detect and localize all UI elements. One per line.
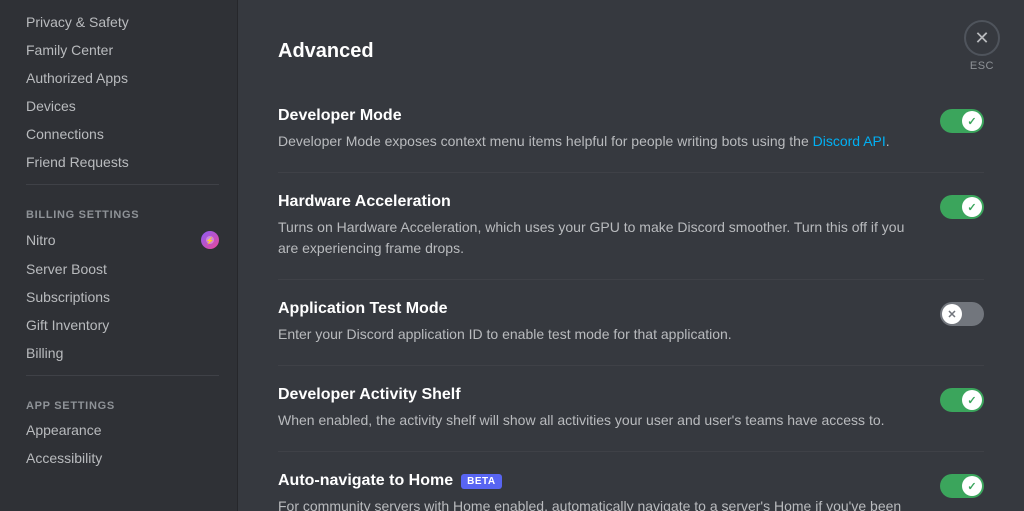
toggle-knob: ✓: [962, 390, 982, 410]
sidebar-divider-2: [26, 375, 219, 376]
sidebar-item-server-boost[interactable]: Server Boost: [16, 255, 229, 283]
sidebar-item-label: Authorized Apps: [26, 70, 128, 86]
sidebar-item-label: Connections: [26, 126, 104, 142]
setting-info-developer-mode: Developer Mode Developer Mode exposes co…: [278, 107, 940, 152]
setting-label-application-test-mode: Application Test Mode: [278, 300, 916, 318]
setting-row-hardware-acceleration: Hardware Acceleration Turns on Hardware …: [278, 173, 984, 280]
main-content: ✕ ESC Advanced Developer Mode Developer …: [238, 0, 1024, 511]
sidebar-item-label: Nitro: [26, 232, 56, 248]
sidebar-item-label: Server Boost: [26, 261, 107, 277]
setting-row-application-test-mode: Application Test Mode Enter your Discord…: [278, 280, 984, 366]
toggle-hardware-acceleration[interactable]: ✓: [940, 195, 984, 219]
discord-api-link[interactable]: Discord API: [813, 133, 886, 149]
sidebar-item-nitro[interactable]: Nitro ⚡: [16, 225, 229, 255]
toggle-developer-activity-shelf[interactable]: ✓: [940, 388, 984, 412]
sidebar-item-connections[interactable]: Connections: [16, 120, 229, 148]
nitro-badge: ⚡: [201, 231, 219, 249]
sidebar-item-label: Devices: [26, 98, 76, 114]
sidebar-item-authorized-apps[interactable]: Authorized Apps: [16, 64, 229, 92]
toggle-switch-auto-navigate-home[interactable]: ✓: [940, 474, 984, 498]
sidebar-item-subscriptions[interactable]: Subscriptions: [16, 283, 229, 311]
sidebar-item-label: Billing: [26, 345, 63, 361]
close-label: ESC: [970, 60, 994, 72]
sidebar-item-accessibility[interactable]: Accessibility: [16, 444, 229, 472]
toggle-knob: ✓: [962, 476, 982, 496]
sidebar: Privacy & Safety Family Center Authorize…: [0, 0, 238, 511]
sidebar-item-appearance[interactable]: Appearance: [16, 416, 229, 444]
sidebar-divider-1: [26, 184, 219, 185]
setting-info-developer-activity-shelf: Developer Activity Shelf When enabled, t…: [278, 386, 940, 431]
sidebar-item-privacy-safety[interactable]: Privacy & Safety: [16, 8, 229, 36]
sidebar-item-label: Friend Requests: [26, 154, 129, 170]
sidebar-item-friend-requests[interactable]: Friend Requests: [16, 148, 229, 176]
svg-text:⚡: ⚡: [206, 236, 215, 245]
toggle-auto-navigate-home[interactable]: ✓: [940, 474, 984, 498]
setting-label-hardware-acceleration: Hardware Acceleration: [278, 193, 916, 211]
toggle-switch-hardware-acceleration[interactable]: ✓: [940, 195, 984, 219]
sidebar-item-label: Family Center: [26, 42, 113, 58]
beta-badge: BETA: [461, 474, 501, 489]
sidebar-item-label: Gift Inventory: [26, 317, 109, 333]
setting-description-application-test-mode: Enter your Discord application ID to ena…: [278, 324, 916, 345]
setting-description-auto-navigate-home: For community servers with Home enabled,…: [278, 496, 916, 511]
setting-description-hardware-acceleration: Turns on Hardware Acceleration, which us…: [278, 217, 916, 259]
close-button[interactable]: ✕: [964, 20, 1000, 56]
toggle-switch-developer-activity-shelf[interactable]: ✓: [940, 388, 984, 412]
toggle-developer-mode[interactable]: ✓: [940, 109, 984, 133]
setting-info-hardware-acceleration: Hardware Acceleration Turns on Hardware …: [278, 193, 940, 259]
setting-description-developer-activity-shelf: When enabled, the activity shelf will sh…: [278, 410, 916, 431]
app-settings-header: APP SETTINGS: [16, 384, 229, 416]
sidebar-item-label: Privacy & Safety: [26, 14, 129, 30]
toggle-application-test-mode[interactable]: ✕: [940, 302, 984, 326]
page-title: Advanced: [278, 40, 984, 63]
setting-description-developer-mode: Developer Mode exposes context menu item…: [278, 131, 916, 152]
setting-row-developer-mode: Developer Mode Developer Mode exposes co…: [278, 87, 984, 173]
setting-label-developer-activity-shelf: Developer Activity Shelf: [278, 386, 916, 404]
billing-settings-header: BILLING SETTINGS: [16, 193, 229, 225]
sidebar-item-label: Subscriptions: [26, 289, 110, 305]
toggle-knob: ✓: [962, 197, 982, 217]
sidebar-item-billing[interactable]: Billing: [16, 339, 229, 367]
setting-label-developer-mode: Developer Mode: [278, 107, 916, 125]
setting-info-auto-navigate-home: Auto-navigate to Home BETA For community…: [278, 472, 940, 511]
toggle-knob: ✕: [942, 304, 962, 324]
toggle-switch-developer-mode[interactable]: ✓: [940, 109, 984, 133]
setting-row-auto-navigate-home: Auto-navigate to Home BETA For community…: [278, 452, 984, 511]
toggle-knob: ✓: [962, 111, 982, 131]
sidebar-item-devices[interactable]: Devices: [16, 92, 229, 120]
setting-label-auto-navigate-home: Auto-navigate to Home BETA: [278, 472, 916, 490]
sidebar-item-family-center[interactable]: Family Center: [16, 36, 229, 64]
sidebar-item-gift-inventory[interactable]: Gift Inventory: [16, 311, 229, 339]
setting-row-developer-activity-shelf: Developer Activity Shelf When enabled, t…: [278, 366, 984, 452]
sidebar-item-label: Appearance: [26, 422, 102, 438]
sidebar-item-label: Accessibility: [26, 450, 102, 466]
setting-info-application-test-mode: Application Test Mode Enter your Discord…: [278, 300, 940, 345]
toggle-switch-application-test-mode[interactable]: ✕: [940, 302, 984, 326]
